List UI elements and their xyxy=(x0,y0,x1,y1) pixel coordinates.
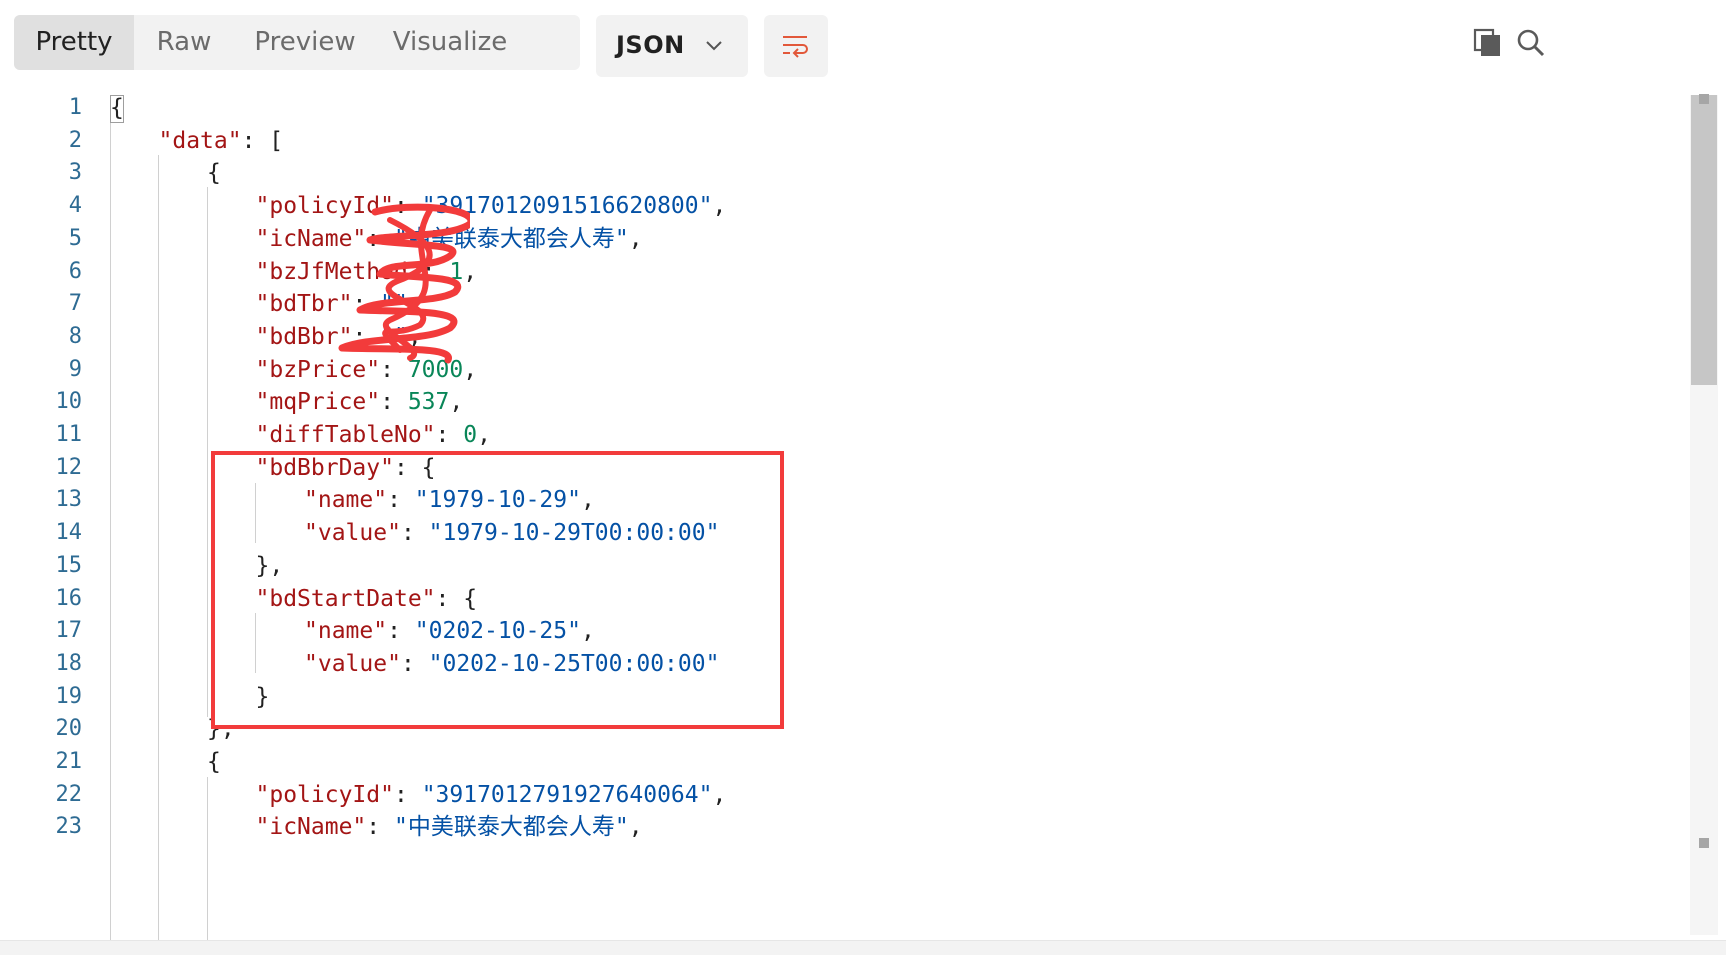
line-number: 22 xyxy=(55,781,83,807)
json-punc-token: : xyxy=(435,422,464,448)
code-line: "icName": "中美联泰大都会人寿", xyxy=(256,809,643,845)
json-punc-token: : xyxy=(366,814,394,841)
json-punc-token: , xyxy=(449,389,464,416)
line-number: 16 xyxy=(55,585,83,611)
bottom-edge xyxy=(0,940,1726,955)
line-number: 14 xyxy=(55,520,83,546)
json-key-token: "policyId" xyxy=(255,781,394,808)
json-punc-token: , xyxy=(477,422,491,448)
code-line: "policyId": "3917012791927640064", xyxy=(256,777,727,813)
line-number: 6 xyxy=(68,258,82,284)
line-number: 5 xyxy=(68,225,82,251)
indent-guide xyxy=(207,777,208,941)
code-line: { xyxy=(207,744,221,780)
line-number: 12 xyxy=(55,454,83,480)
tab-visualize[interactable]: Visualize xyxy=(384,15,516,70)
line-number: 21 xyxy=(55,749,83,774)
line-number: 23 xyxy=(55,814,83,840)
tab-raw[interactable]: Raw xyxy=(134,15,234,70)
vertical-scrollbar-thumb[interactable] xyxy=(1691,95,1717,385)
scroll-down-arrow[interactable] xyxy=(1699,838,1709,848)
line-number: 10 xyxy=(55,389,83,415)
code-line: "mqPrice": 537, xyxy=(256,384,464,420)
line-number: 20 xyxy=(55,716,83,742)
format-label: JSON xyxy=(616,31,685,59)
tab-preview[interactable]: Preview xyxy=(242,15,368,70)
line-number: 1 xyxy=(68,95,82,120)
format-dropdown[interactable]: JSON xyxy=(596,15,748,77)
json-key-token: "diffTableNo" xyxy=(255,422,436,448)
search-icon[interactable] xyxy=(1516,28,1546,58)
code-editor[interactable]: 1 2 3 4 5 6 7 8 9 10 11 12 13 14 15 16 17 18 19 20 21 22 23 {"… xyxy=(0,95,1690,941)
line-number: 3 xyxy=(68,160,82,186)
json-num-token: 0 xyxy=(463,422,478,448)
code-line: { xyxy=(110,90,124,126)
copy-icon[interactable] xyxy=(1473,28,1503,58)
code-line: "policyId": "3917012091516620800", xyxy=(256,188,727,224)
line-number: 11 xyxy=(55,422,83,447)
json-key-token: "mqPrice" xyxy=(255,389,381,416)
line-number: 18 xyxy=(55,650,83,676)
line-number: 9 xyxy=(68,356,82,382)
json-punc-token: : xyxy=(380,389,408,416)
json-punc-token: { xyxy=(207,749,221,775)
line-number: 19 xyxy=(55,683,83,709)
json-num-token: 537 xyxy=(407,389,450,416)
json-punc-token: , xyxy=(712,781,727,808)
redaction-scribble xyxy=(338,203,470,364)
view-mode-tabs: Pretty Raw Preview Visualize xyxy=(14,15,580,70)
json-key-token: "icName" xyxy=(255,814,367,841)
line-number: 15 xyxy=(55,552,83,578)
line-number: 4 xyxy=(68,193,82,219)
chevron-down-icon xyxy=(706,41,722,51)
json-punc-token: { xyxy=(110,95,124,121)
code-line: "data": [ xyxy=(159,123,284,159)
code-line: { xyxy=(207,155,221,191)
json-punc-token: { xyxy=(207,160,221,187)
json-str-token: "3917012791927640064" xyxy=(421,781,713,808)
json-punc-token: , xyxy=(628,225,643,252)
line-number: 13 xyxy=(55,487,83,513)
tab-pretty[interactable]: Pretty xyxy=(14,15,134,70)
json-key-token: "data" xyxy=(158,127,242,154)
line-number: 8 xyxy=(68,323,82,349)
json-punc-token: : [ xyxy=(241,127,284,154)
indent-guide xyxy=(207,187,208,717)
json-punc-token: : xyxy=(393,781,422,808)
indent-guide xyxy=(110,121,111,941)
indent-guide xyxy=(158,155,159,941)
scroll-up-arrow[interactable] xyxy=(1699,94,1709,104)
line-number: 2 xyxy=(68,127,82,153)
annotation-highlight-box xyxy=(211,451,784,729)
json-str-token: "中美联泰大都会人寿" xyxy=(393,814,629,841)
json-punc-token: , xyxy=(712,193,727,220)
wrap-lines-button[interactable] xyxy=(764,15,828,77)
wrap-lines-icon xyxy=(783,36,808,58)
line-number: 17 xyxy=(55,618,83,644)
json-punc-token: , xyxy=(628,814,643,841)
line-number: 7 xyxy=(68,291,82,317)
code-line: "diffTableNo": 0, xyxy=(256,417,491,453)
